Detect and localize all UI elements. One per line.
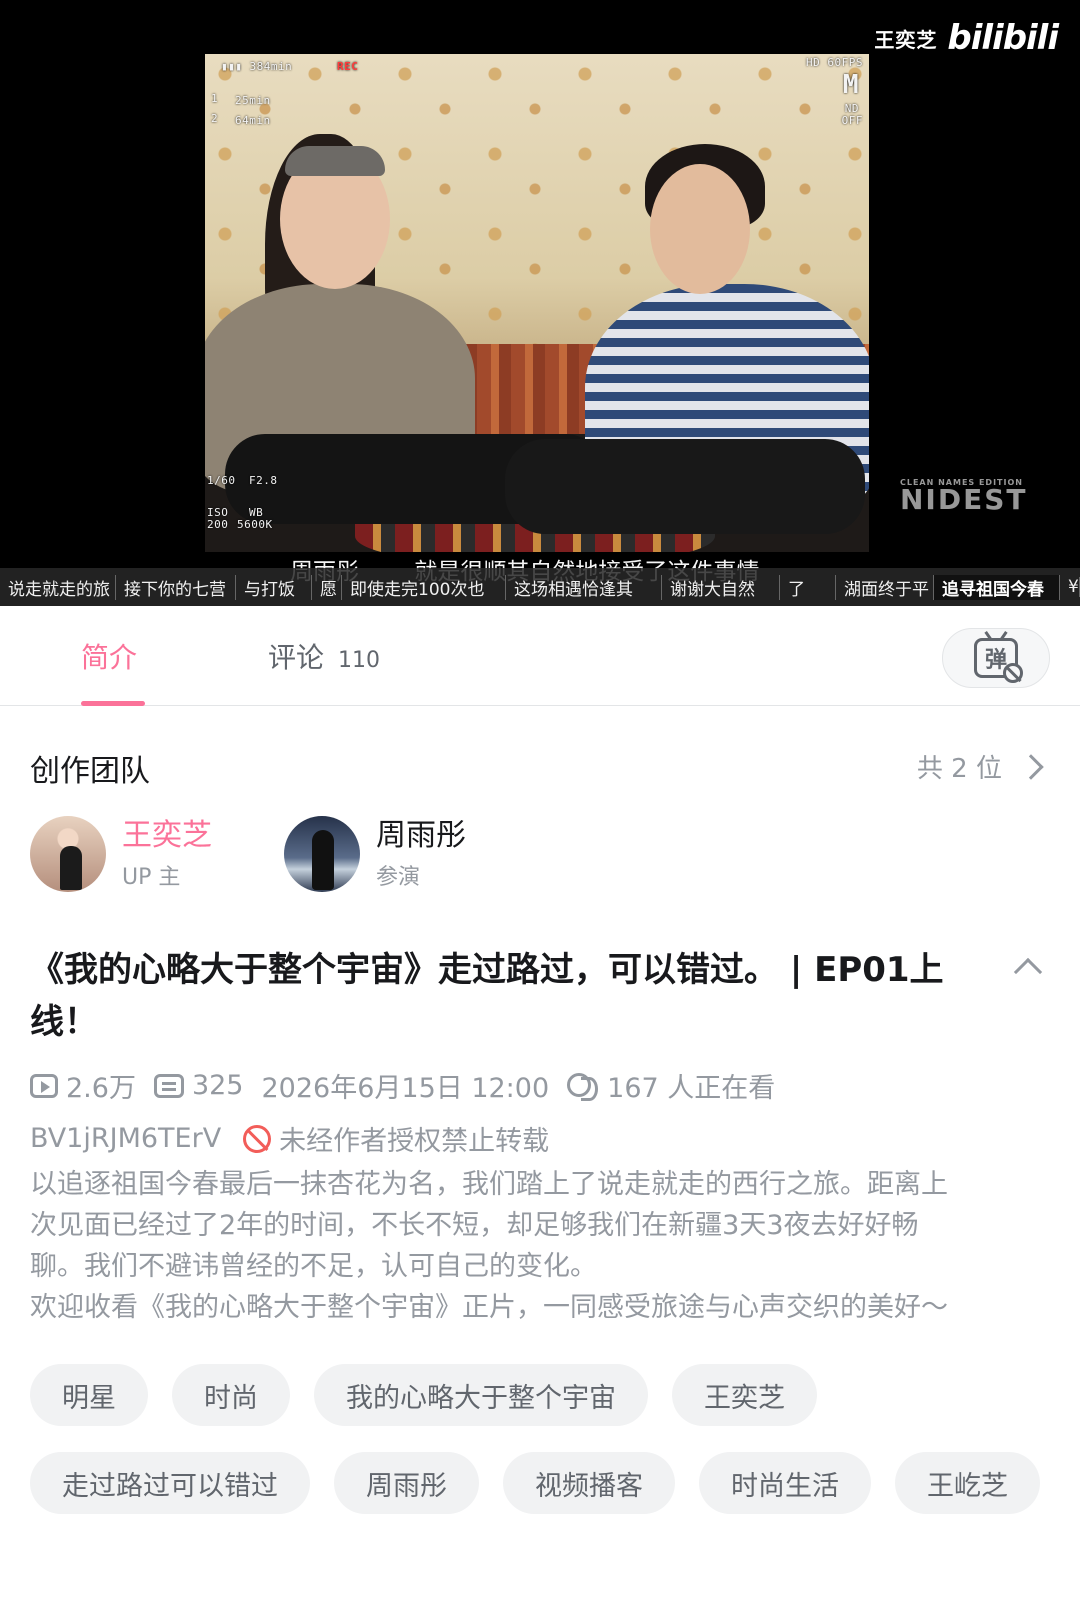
watching-people-icon xyxy=(567,1072,599,1101)
member-role: UP 主 xyxy=(122,865,181,890)
bilibili-logo-icon: bilibili xyxy=(947,18,1059,58)
watching-count: 167 人正在看 xyxy=(607,1073,776,1104)
tag-chip[interactable]: 王奕芝 xyxy=(672,1364,817,1426)
tag-chip[interactable]: 王屹芝 xyxy=(895,1452,1040,1514)
danmaku-item[interactable]: 谢谢大自然 xyxy=(662,574,780,600)
person-right-legs xyxy=(505,439,865,534)
creator-team-count-label: 共 2 位 xyxy=(916,754,1002,784)
video-description: 以追逐祖国今春最后一抹杏花为名，我们踏上了说走就走的西行之旅。距离上 次见面已经… xyxy=(0,1158,1080,1328)
detail-tabs: 简介 评论 110 弹 xyxy=(0,606,1080,706)
hud-track2: 64min xyxy=(235,114,271,127)
hud-aperture: F2.8 xyxy=(249,474,278,487)
publish-time: 2026年6月15日 12:00 xyxy=(261,1073,550,1104)
danmaku-item[interactable]: 这场相遇恰逢其 xyxy=(506,574,662,600)
danmaku-item[interactable]: 了 xyxy=(780,574,836,600)
show-logo: CLEAN NAMES EDITION NIDEST xyxy=(900,478,1028,516)
avatar[interactable] xyxy=(30,816,106,892)
tab-comments-label: 评论 xyxy=(268,641,325,674)
forbidden-icon xyxy=(243,1124,272,1153)
hud-track1: 25min xyxy=(235,94,271,107)
person-left-headband xyxy=(285,146,385,176)
tab-intro[interactable]: 简介 xyxy=(81,636,137,676)
danmaku-toggle-button[interactable]: 弹 xyxy=(942,628,1050,688)
bilibili-watermark: 王奕芝 bilibili xyxy=(874,18,1059,58)
bvid-line: BV1jRJM6TErV 未经作者授权禁止转载 xyxy=(0,1105,1080,1158)
tag-chip[interactable]: 视频播客 xyxy=(503,1452,675,1514)
show-logo-text: NIDEST xyxy=(900,483,1028,516)
tag-chip[interactable]: 周雨彤 xyxy=(334,1452,479,1514)
description-line: 以追逐祖国今春最后一抹杏花为名，我们踏上了说走就走的西行之旅。距离上 xyxy=(30,1169,948,1200)
member-info: 周雨彤 参演 xyxy=(376,817,466,891)
video-title-block: 《我的心略大于整个宇宙》走过路过，可以错过。 | EP01上线！ xyxy=(0,916,1080,1048)
chevron-up-icon[interactable] xyxy=(1013,957,1043,987)
video-player[interactable]: ▮▮▮ 384min REC 1 25min 2 64min HD 60FPS … xyxy=(0,0,1080,606)
video-title: 《我的心略大于整个宇宙》走过路过，可以错过。 | EP01上线！ xyxy=(30,950,944,1042)
danmaku-item[interactable]: 接下你的七营 xyxy=(116,574,236,600)
hud-wb: 5600K xyxy=(237,518,273,531)
danmaku-item[interactable]: 说走就走的旅 xyxy=(0,574,116,600)
creator-team-header[interactable]: 创作团队 共 2 位 xyxy=(0,706,1080,816)
hud-iso: 200 xyxy=(207,518,229,531)
creator-team-list: 王奕芝 UP 主 周雨彤 参演 xyxy=(0,816,1080,916)
bvid[interactable]: BV1jRJM6TErV xyxy=(30,1123,221,1154)
video-frame[interactable]: ▮▮▮ 384min REC 1 25min 2 64min HD 60FPS … xyxy=(205,54,869,552)
danmaku-count-icon xyxy=(153,1073,184,1098)
danmaku-item[interactable]: 愿 xyxy=(312,574,342,600)
danmaku-count: 325 xyxy=(191,1070,244,1101)
hud-mode: M xyxy=(842,70,859,100)
views-stat: 2.6万 xyxy=(30,1066,136,1105)
avatar[interactable] xyxy=(284,816,360,892)
danmaku-item-highlight[interactable]: 追寻祖国今春 xyxy=(934,574,1060,600)
danmaku-item[interactable]: 与打饭 xyxy=(236,574,312,600)
hud-track2-index: 2 xyxy=(211,112,219,125)
person-right-head xyxy=(650,164,750,294)
hud-track1-index: 1 xyxy=(211,92,219,105)
danmaku-item[interactable]: 湖面终于平 xyxy=(836,574,934,600)
views-count: 2.6万 xyxy=(66,1073,136,1104)
description-line: 聊。我们不避讳曾经的不足，认可自己的变化。 xyxy=(30,1251,597,1282)
copyright-notice: 未经作者授权禁止转载 xyxy=(243,1119,549,1158)
tag-chip[interactable]: 时尚 xyxy=(172,1364,290,1426)
description-line: 欢迎收看《我的心略大于整个宇宙》正片，一同感受旅途与心声交织的美好～ xyxy=(30,1292,948,1323)
danmaku-off-icon: 弹 xyxy=(974,638,1023,683)
play-count-icon xyxy=(30,1073,58,1098)
danmaku-item[interactable]: 即使走完100次也 xyxy=(342,574,506,600)
tab-comments[interactable]: 评论 110 xyxy=(268,636,380,676)
hud-shutter: 1/60 xyxy=(207,474,236,487)
hud-rec: REC xyxy=(337,60,359,73)
danmaku-item[interactable]: ¥ xyxy=(1060,577,1080,597)
member-card[interactable]: 王奕芝 UP 主 xyxy=(30,816,212,892)
copyright-text: 未经作者授权禁止转载 xyxy=(279,1126,550,1157)
tag-chip[interactable]: 我的心略大于整个宇宙 xyxy=(314,1364,648,1426)
danmaku-strip: 说走就走的旅 接下你的七营 与打饭 愿 即使走完100次也 这场相遇恰逢其 谢谢… xyxy=(0,568,1080,606)
ban-icon xyxy=(1003,663,1023,683)
hud-nd-off: OFF xyxy=(841,114,863,127)
tab-comments-count: 110 xyxy=(338,648,381,673)
description-line: 次见面已经过了2年的时间，不长不短，却足够我们在新疆3天3夜去好好畅 xyxy=(30,1210,919,1241)
hud-battery: ▮▮▮ 384min xyxy=(221,60,293,73)
creator-team-title: 创作团队 xyxy=(30,754,150,789)
tag-list: 明星 时尚 我的心略大于整个宇宙 王奕芝 走过路过可以错过 周雨彤 视频播客 时… xyxy=(0,1328,1080,1514)
member-role: 参演 xyxy=(376,865,421,890)
hud-fps: HD 60FPS xyxy=(806,56,863,69)
tag-chip[interactable]: 时尚生活 xyxy=(699,1452,871,1514)
tag-chip[interactable]: 明星 xyxy=(30,1364,148,1426)
member-card[interactable]: 周雨彤 参演 xyxy=(284,816,466,892)
watermark-name: 王奕芝 xyxy=(874,27,938,52)
member-name[interactable]: 周雨彤 xyxy=(376,817,466,855)
creator-team-count[interactable]: 共 2 位 xyxy=(916,748,1044,785)
video-stats: 2.6万 325 2026年6月15日 12:00 167 人正在看 xyxy=(0,1048,1080,1105)
member-info: 王奕芝 UP 主 xyxy=(122,817,212,891)
watching-stat: 167 人正在看 xyxy=(567,1066,775,1105)
chevron-right-icon xyxy=(1018,753,1044,780)
member-name[interactable]: 王奕芝 xyxy=(122,817,212,855)
tag-chip[interactable]: 走过路过可以错过 xyxy=(30,1452,310,1514)
danmaku-stat: 325 xyxy=(153,1070,244,1101)
